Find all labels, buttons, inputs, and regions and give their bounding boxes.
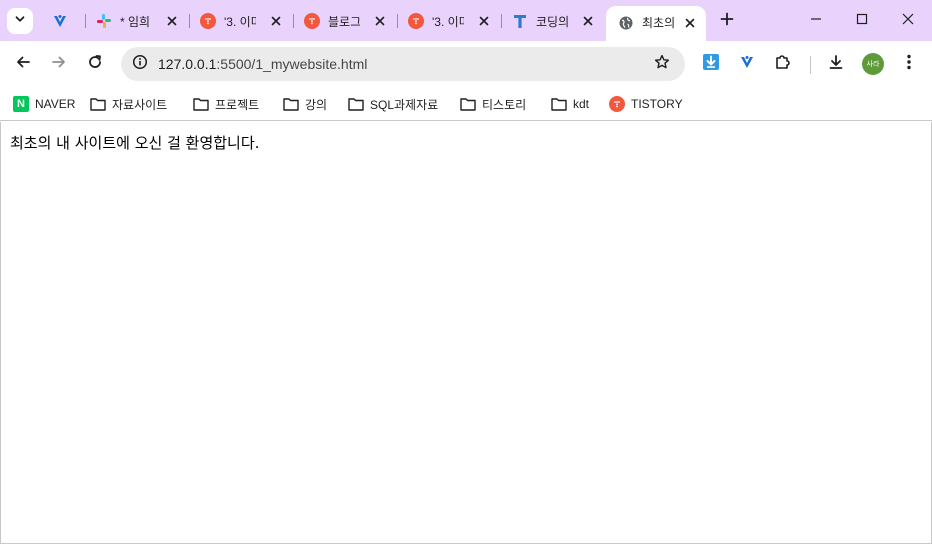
close-icon[interactable] xyxy=(372,13,388,29)
v-logo-icon xyxy=(52,13,68,29)
v-logo-icon xyxy=(739,54,755,75)
tab-title: * 임희 xyxy=(120,14,151,29)
window-close-button[interactable] xyxy=(885,0,931,41)
bookmark-folder-jaryo[interactable]: 자료사이트 xyxy=(90,92,167,116)
close-icon[interactable] xyxy=(164,13,180,29)
star-icon xyxy=(654,54,670,75)
bookmark-folder-tistory[interactable]: 티스토리 xyxy=(460,92,526,116)
close-icon[interactable] xyxy=(476,13,492,29)
close-icon[interactable] xyxy=(268,13,284,29)
tistory-icon xyxy=(200,13,216,29)
t-letter-icon xyxy=(512,13,528,29)
chevron-down-icon xyxy=(14,12,26,30)
bookmark-label: TISTORY xyxy=(631,97,683,111)
downloads-button[interactable] xyxy=(820,48,852,80)
download-arrow-icon xyxy=(702,53,720,76)
naver-icon: N xyxy=(13,96,29,112)
v-extension-button[interactable] xyxy=(731,48,763,80)
site-info-button[interactable] xyxy=(127,51,153,77)
info-icon xyxy=(132,54,148,75)
extensions-button[interactable] xyxy=(767,48,799,80)
bookmark-label: NAVER xyxy=(35,97,76,111)
arrow-left-icon xyxy=(15,54,31,75)
tistory-icon xyxy=(304,13,320,29)
folder-icon xyxy=(551,96,567,112)
url-host: 127.0.0.1 xyxy=(158,56,217,72)
bookmark-naver[interactable]: N NAVER xyxy=(13,92,75,116)
folder-icon xyxy=(90,96,106,112)
tab-v-logo[interactable] xyxy=(40,8,84,34)
bookmark-folder-kdt[interactable]: kdt xyxy=(551,92,589,116)
bookmark-folder-sql[interactable]: SQL과제자료 xyxy=(348,92,438,116)
address-bar[interactable]: 127.0.0.1:5500/1_mywebsite.html xyxy=(121,47,685,81)
close-icon xyxy=(902,12,914,30)
forward-button[interactable] xyxy=(43,48,75,80)
arrow-right-icon xyxy=(51,54,67,75)
page-viewport: 최초의 내 사이트에 오신 걸 환영합니다. xyxy=(0,122,932,544)
tab-active-mywebsite[interactable]: 최초의 xyxy=(606,6,706,41)
bookmark-star-button[interactable] xyxy=(651,53,673,75)
reload-button[interactable] xyxy=(79,48,111,80)
minimize-button[interactable] xyxy=(793,0,839,41)
maximize-button[interactable] xyxy=(839,0,885,41)
folder-icon xyxy=(348,96,364,112)
folder-icon xyxy=(283,96,299,112)
tab-title: 최초의 xyxy=(642,16,674,30)
download-icon xyxy=(828,54,844,75)
tistory-icon xyxy=(408,13,424,29)
bookmark-label: 강의 xyxy=(305,97,328,112)
bookmark-label: 자료사이트 xyxy=(112,97,168,112)
menu-button[interactable] xyxy=(893,48,925,80)
tab-title: '3. 이미 xyxy=(432,14,464,29)
tab-strip: * 임희 '3. 이미 블로그 '3. 이미 xyxy=(0,0,932,41)
puzzle-icon xyxy=(774,53,792,76)
minimize-icon xyxy=(810,12,822,30)
tab-tistory-2[interactable]: 블로그 xyxy=(292,8,396,34)
url-text: 127.0.0.1:5500/1_mywebsite.html xyxy=(158,56,367,72)
slack-icon xyxy=(96,13,112,29)
tistory-icon xyxy=(609,96,625,112)
bookmark-label: SQL과제자료 xyxy=(370,97,439,112)
tab-slack[interactable]: * 임희 xyxy=(84,8,188,34)
close-icon[interactable] xyxy=(580,13,596,29)
tab-tistory-3[interactable]: '3. 이미 xyxy=(396,8,500,34)
tab-title: 블로그 xyxy=(328,14,360,29)
tab-title: '3. 이미 xyxy=(224,14,256,29)
reload-icon xyxy=(87,54,103,75)
kebab-menu-icon xyxy=(907,54,911,75)
welcome-text: 최초의 내 사이트에 오신 걸 환영합니다. xyxy=(10,134,260,152)
bookmark-folder-project[interactable]: 프로젝트 xyxy=(193,92,259,116)
tab-search-button[interactable] xyxy=(7,8,33,34)
bookmark-label: kdt xyxy=(573,97,590,111)
back-button[interactable] xyxy=(7,48,39,80)
profile-avatar[interactable]: 사라 xyxy=(862,53,884,75)
plus-icon xyxy=(720,12,734,31)
folder-icon xyxy=(193,96,209,112)
bookmarks-bar: N NAVER 자료사이트 프로젝트 강의 SQL과제자료 티스토리 kdt T… xyxy=(0,87,932,121)
bookmark-label: 티스토리 xyxy=(482,97,527,112)
new-tab-button[interactable] xyxy=(714,8,740,34)
bookmark-folder-lecture[interactable]: 강의 xyxy=(283,92,327,116)
tab-title: 코딩의 xyxy=(536,14,568,29)
folder-icon xyxy=(460,96,476,112)
close-icon[interactable] xyxy=(682,15,698,31)
globe-icon xyxy=(618,15,634,31)
tab-coding[interactable]: 코딩의 xyxy=(500,8,604,34)
bookmark-label: 프로젝트 xyxy=(215,97,260,112)
maximize-icon xyxy=(856,12,868,30)
bookmark-tistory[interactable]: TISTORY xyxy=(609,92,683,116)
browser-toolbar: 127.0.0.1:5500/1_mywebsite.html 사라 xyxy=(0,41,932,87)
tab-tistory-1[interactable]: '3. 이미 xyxy=(188,8,292,34)
url-path: :5500/1_mywebsite.html xyxy=(216,56,368,72)
download-extension-button[interactable] xyxy=(695,48,727,80)
toolbar-divider xyxy=(810,56,811,74)
